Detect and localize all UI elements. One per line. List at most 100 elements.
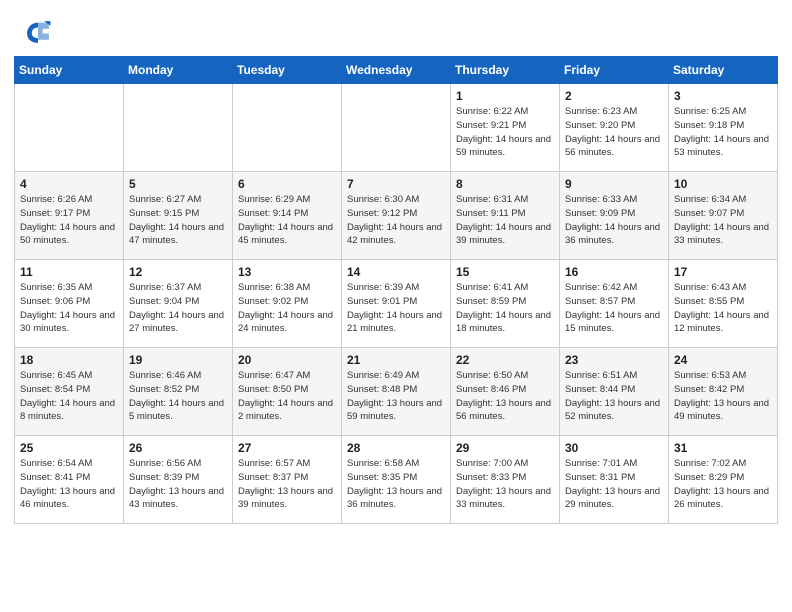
- calendar-cell: 1Sunrise: 6:22 AM Sunset: 9:21 PM Daylig…: [451, 84, 560, 172]
- calendar-cell: [15, 84, 124, 172]
- calendar-cell: [124, 84, 233, 172]
- day-number: 7: [347, 177, 445, 191]
- page-header: [0, 0, 792, 56]
- day-info: Sunrise: 6:35 AM Sunset: 9:06 PM Dayligh…: [20, 281, 118, 336]
- day-number: 19: [129, 353, 227, 367]
- calendar-cell: 20 Sunrise: 6:47 AM Sunset: 8:50 PM Dayli…: [233, 348, 342, 436]
- calendar-cell: 14 Sunrise: 6:39 AM Sunset: 9:01 PM Dayli…: [342, 260, 451, 348]
- calendar-cell: 15 Sunrise: 6:41 AM Sunset: 8:59 PM Dayli…: [451, 260, 560, 348]
- weekday-header-tuesday: Tuesday: [233, 57, 342, 84]
- calendar-cell: 28 Sunrise: 6:58 AM Sunset: 8:35 PM Dayli…: [342, 436, 451, 524]
- calendar-cell: 9 Sunrise: 6:33 AM Sunset: 9:09 PM Daylig…: [560, 172, 669, 260]
- day-info: Sunrise: 6:29 AM Sunset: 9:14 PM Dayligh…: [238, 193, 336, 248]
- day-info: Sunrise: 6:31 AM Sunset: 9:11 PM Dayligh…: [456, 193, 554, 248]
- day-number: 26: [129, 441, 227, 455]
- day-info: Sunrise: 7:02 AM Sunset: 8:29 PM Dayligh…: [674, 457, 772, 512]
- calendar-cell: 18 Sunrise: 6:45 AM Sunset: 8:54 PM Dayli…: [15, 348, 124, 436]
- calendar-cell: 8 Sunrise: 6:31 AM Sunset: 9:11 PM Daylig…: [451, 172, 560, 260]
- calendar-cell: [342, 84, 451, 172]
- day-number: 9: [565, 177, 663, 191]
- calendar-cell: 3 Sunrise: 6:25 AM Sunset: 9:18 PM Daylig…: [669, 84, 778, 172]
- logo: [24, 18, 56, 46]
- day-number: 18: [20, 353, 118, 367]
- calendar-cell: 30Sunrise: 7:01 AM Sunset: 8:31 PM Dayli…: [560, 436, 669, 524]
- day-number: 21: [347, 353, 445, 367]
- day-number: 12: [129, 265, 227, 279]
- day-info: Sunrise: 6:41 AM Sunset: 8:59 PM Dayligh…: [456, 281, 554, 336]
- day-number: 2: [565, 89, 663, 103]
- day-info: Sunrise: 6:51 AM Sunset: 8:44 PM Dayligh…: [565, 369, 663, 424]
- calendar-cell: 23Sunrise: 6:51 AM Sunset: 8:44 PM Dayli…: [560, 348, 669, 436]
- calendar-cell: 25Sunrise: 6:54 AM Sunset: 8:41 PM Dayli…: [15, 436, 124, 524]
- day-info: Sunrise: 7:00 AM Sunset: 8:33 PM Dayligh…: [456, 457, 554, 512]
- weekday-header-monday: Monday: [124, 57, 233, 84]
- weekday-header-row: SundayMondayTuesdayWednesdayThursdayFrid…: [15, 57, 778, 84]
- calendar-cell: 6 Sunrise: 6:29 AM Sunset: 9:14 PM Daylig…: [233, 172, 342, 260]
- day-info: Sunrise: 6:57 AM Sunset: 8:37 PM Dayligh…: [238, 457, 336, 512]
- day-number: 17: [674, 265, 772, 279]
- calendar-body: 1Sunrise: 6:22 AM Sunset: 9:21 PM Daylig…: [15, 84, 778, 524]
- weekday-header-saturday: Saturday: [669, 57, 778, 84]
- calendar-cell: 17 Sunrise: 6:43 AM Sunset: 8:55 PM Dayli…: [669, 260, 778, 348]
- day-info: Sunrise: 7:01 AM Sunset: 8:31 PM Dayligh…: [565, 457, 663, 512]
- day-info: Sunrise: 6:30 AM Sunset: 9:12 PM Dayligh…: [347, 193, 445, 248]
- calendar-cell: 29 Sunrise: 7:00 AM Sunset: 8:33 PM Dayli…: [451, 436, 560, 524]
- weekday-header-wednesday: Wednesday: [342, 57, 451, 84]
- day-info: Sunrise: 6:53 AM Sunset: 8:42 PM Dayligh…: [674, 369, 772, 424]
- day-number: 6: [238, 177, 336, 191]
- day-info: Sunrise: 6:34 AM Sunset: 9:07 PM Dayligh…: [674, 193, 772, 248]
- calendar-cell: 5Sunrise: 6:27 AM Sunset: 9:15 PM Daylig…: [124, 172, 233, 260]
- day-info: Sunrise: 6:43 AM Sunset: 8:55 PM Dayligh…: [674, 281, 772, 336]
- day-info: Sunrise: 6:25 AM Sunset: 9:18 PM Dayligh…: [674, 105, 772, 160]
- calendar-cell: 16Sunrise: 6:42 AM Sunset: 8:57 PM Dayli…: [560, 260, 669, 348]
- day-info: Sunrise: 6:58 AM Sunset: 8:35 PM Dayligh…: [347, 457, 445, 512]
- calendar-wrapper: SundayMondayTuesdayWednesdayThursdayFrid…: [0, 56, 792, 538]
- day-number: 11: [20, 265, 118, 279]
- day-info: Sunrise: 6:56 AM Sunset: 8:39 PM Dayligh…: [129, 457, 227, 512]
- day-info: Sunrise: 6:26 AM Sunset: 9:17 PM Dayligh…: [20, 193, 118, 248]
- day-number: 8: [456, 177, 554, 191]
- day-info: Sunrise: 6:39 AM Sunset: 9:01 PM Dayligh…: [347, 281, 445, 336]
- day-info: Sunrise: 6:33 AM Sunset: 9:09 PM Dayligh…: [565, 193, 663, 248]
- day-info: Sunrise: 6:23 AM Sunset: 9:20 PM Dayligh…: [565, 105, 663, 160]
- logo-icon: [24, 18, 52, 46]
- calendar-cell: 27 Sunrise: 6:57 AM Sunset: 8:37 PM Dayli…: [233, 436, 342, 524]
- day-info: Sunrise: 6:54 AM Sunset: 8:41 PM Dayligh…: [20, 457, 118, 512]
- calendar-cell: 12 Sunrise: 6:37 AM Sunset: 9:04 PM Dayli…: [124, 260, 233, 348]
- weekday-header-friday: Friday: [560, 57, 669, 84]
- day-number: 20: [238, 353, 336, 367]
- day-number: 14: [347, 265, 445, 279]
- day-number: 28: [347, 441, 445, 455]
- day-number: 29: [456, 441, 554, 455]
- day-info: Sunrise: 6:37 AM Sunset: 9:04 PM Dayligh…: [129, 281, 227, 336]
- day-number: 31: [674, 441, 772, 455]
- calendar-cell: 11 Sunrise: 6:35 AM Sunset: 9:06 PM Dayli…: [15, 260, 124, 348]
- calendar-week-4: 18 Sunrise: 6:45 AM Sunset: 8:54 PM Dayli…: [15, 348, 778, 436]
- calendar-cell: 19Sunrise: 6:46 AM Sunset: 8:52 PM Dayli…: [124, 348, 233, 436]
- day-number: 24: [674, 353, 772, 367]
- day-number: 13: [238, 265, 336, 279]
- day-number: 5: [129, 177, 227, 191]
- day-info: Sunrise: 6:38 AM Sunset: 9:02 PM Dayligh…: [238, 281, 336, 336]
- day-number: 4: [20, 177, 118, 191]
- weekday-header-thursday: Thursday: [451, 57, 560, 84]
- day-info: Sunrise: 6:42 AM Sunset: 8:57 PM Dayligh…: [565, 281, 663, 336]
- day-info: Sunrise: 6:45 AM Sunset: 8:54 PM Dayligh…: [20, 369, 118, 424]
- weekday-header-sunday: Sunday: [15, 57, 124, 84]
- calendar-cell: 26 Sunrise: 6:56 AM Sunset: 8:39 PM Dayli…: [124, 436, 233, 524]
- calendar-week-2: 4 Sunrise: 6:26 AM Sunset: 9:17 PM Daylig…: [15, 172, 778, 260]
- calendar-cell: 10 Sunrise: 6:34 AM Sunset: 9:07 PM Dayli…: [669, 172, 778, 260]
- calendar-cell: 13 Sunrise: 6:38 AM Sunset: 9:02 PM Dayli…: [233, 260, 342, 348]
- day-info: Sunrise: 6:50 AM Sunset: 8:46 PM Dayligh…: [456, 369, 554, 424]
- day-info: Sunrise: 6:22 AM Sunset: 9:21 PM Dayligh…: [456, 105, 554, 160]
- day-number: 15: [456, 265, 554, 279]
- day-number: 3: [674, 89, 772, 103]
- calendar-cell: [233, 84, 342, 172]
- calendar-cell: 2 Sunrise: 6:23 AM Sunset: 9:20 PM Daylig…: [560, 84, 669, 172]
- day-number: 10: [674, 177, 772, 191]
- calendar-cell: 22Sunrise: 6:50 AM Sunset: 8:46 PM Dayli…: [451, 348, 560, 436]
- calendar-table: SundayMondayTuesdayWednesdayThursdayFrid…: [14, 56, 778, 524]
- day-number: 27: [238, 441, 336, 455]
- day-info: Sunrise: 6:47 AM Sunset: 8:50 PM Dayligh…: [238, 369, 336, 424]
- calendar-cell: 4 Sunrise: 6:26 AM Sunset: 9:17 PM Daylig…: [15, 172, 124, 260]
